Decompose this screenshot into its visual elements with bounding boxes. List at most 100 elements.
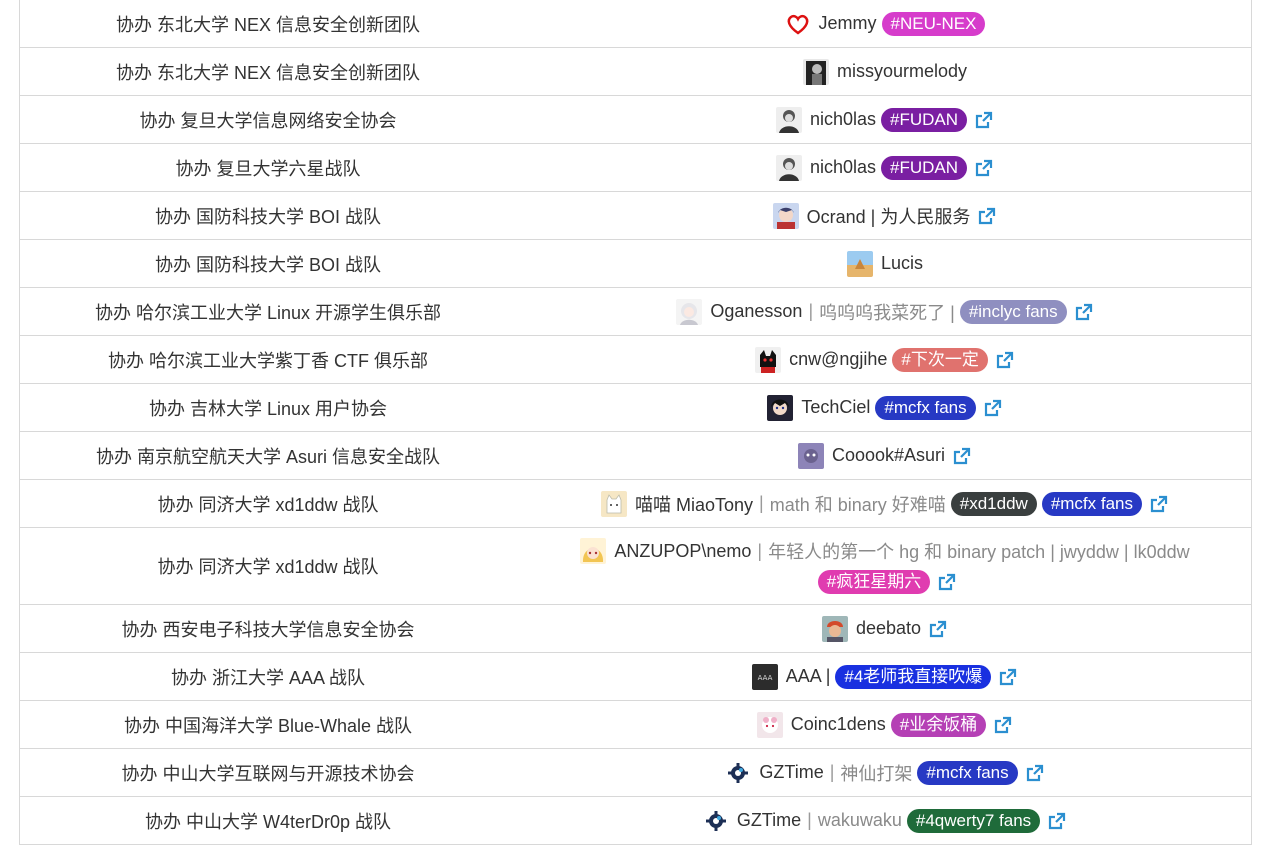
tag-badge: #mcfx fans [875, 395, 976, 420]
pink-anime-avatar [756, 711, 783, 738]
desert-avatar [846, 250, 873, 277]
table-row: 协办 国防科技大学 BOI 战队 Lucis [20, 240, 1251, 288]
red-hat-avatar [821, 615, 848, 642]
team-name: 协办 浙江大学 AAA 战队 [170, 667, 366, 688]
tag-badge: #FUDAN [881, 155, 968, 180]
separator: | [807, 810, 812, 830]
team-name: 协办 中山大学互联网与开源技术协会 [121, 763, 415, 784]
external-link-icon[interactable] [1149, 494, 1169, 514]
contact-cell: ANZUPOP\nemo | 年轻人的第一个 hg 和 binary patch |… [560, 528, 1210, 604]
external-link-icon[interactable] [974, 110, 994, 130]
tag-badge: #疯狂星期六 [817, 570, 931, 594]
black-cat-avatar [755, 346, 782, 373]
gear-logo-avatar [702, 807, 729, 834]
member-note: wakuwaku [817, 810, 902, 830]
contact-cell: Oganesson | 呜呜呜我菜死了 | #inclyc fans [560, 288, 1210, 335]
white-hair-avatar [676, 298, 703, 325]
contact-cell: cnw@ngjihe #下次一定 [560, 336, 1210, 383]
external-link-icon[interactable] [928, 619, 948, 639]
contact-cell: Jemmy #NEU-NEX [560, 0, 1210, 47]
tag-badge: #mcfx fans [917, 760, 1018, 785]
member-name: Jemmy [818, 13, 877, 33]
team-name: 协办 中国海洋大学 Blue-Whale 战队 [123, 715, 413, 736]
external-link-icon[interactable] [998, 667, 1018, 687]
table-row: 协办 东北大学 NEX 信息安全创新团队 missyourmelody [20, 48, 1251, 96]
external-link-icon[interactable] [1074, 302, 1094, 322]
table-row: 协办 浙江大学 AAA 战队 AAA AAA | #4老师我直接吹爆 [20, 653, 1251, 701]
member-name: nich0las [809, 157, 877, 177]
bw-portrait-avatar [802, 58, 829, 85]
contact-cell: missyourmelody [560, 48, 1210, 95]
contact-cell: 喵喵 MiaoTony | math 和 binary 好难喵 #xd1ddw #mcf… [560, 480, 1210, 527]
member-name: Ocrand | 为人民服务 [806, 206, 971, 227]
member-note: 呜呜呜我菜死了 | [819, 302, 955, 323]
separator: | [757, 540, 763, 561]
external-link-icon[interactable] [937, 572, 957, 592]
team-name: 协办 国防科技大学 BOI 战队 [154, 254, 381, 275]
contact-cell: AAA AAA | #4老师我直接吹爆 [560, 653, 1210, 700]
separator: | [829, 762, 835, 782]
team-name: 协办 复旦大学信息网络安全协会 [139, 110, 397, 131]
tag-badge: #4qwerty7 fans [906, 808, 1041, 833]
member-name: AAA | [785, 666, 831, 686]
member-name: GZTime [736, 810, 802, 830]
table-row: 协办 西安电子科技大学信息安全协会 deebato [20, 605, 1251, 653]
external-link-icon[interactable] [993, 715, 1013, 735]
contact-cell: Cooook#Asuri [560, 432, 1210, 479]
team-name: 协办 西安电子科技大学信息安全协会 [121, 619, 415, 640]
member-note: 神仙打架 [840, 763, 913, 784]
tag-badge: #业余饭桶 [890, 712, 987, 737]
sketch-portrait-avatar [775, 154, 802, 181]
dark-anime-avatar [767, 394, 794, 421]
tag-badge: #NEU-NEX [881, 11, 986, 36]
team-name: 协办 哈尔滨工业大学 Linux 开源学生俱乐部 [94, 302, 442, 323]
table-row: 协办 同济大学 xd1ddw 战队 ANZUPOP\nemo | 年轻人的第一个 hg… [20, 528, 1251, 605]
table-row: 协办 吉林大学 Linux 用户协会 TechCiel #mcfx fans [20, 384, 1251, 432]
external-link-icon[interactable] [1025, 763, 1045, 783]
table-row: 协办 哈尔滨工业大学紫丁香 CTF 俱乐部 cnw@ngjihe #下次一定 [20, 336, 1251, 384]
tag-badge: #下次一定 [892, 347, 988, 372]
member-name: GZTime [759, 762, 824, 782]
member-name: 喵喵 MiaoTony [634, 494, 754, 515]
member-note: 年轻人的第一个 hg 和 binary patch | jwyddw | lk0… [768, 542, 1190, 562]
tag-badge: #FUDAN [881, 107, 968, 132]
member-note: math 和 binary 好难喵 [769, 494, 946, 515]
contact-cell: TechCiel #mcfx fans [560, 384, 1210, 431]
contact-cell: Ocrand | 为人民服务 [560, 192, 1210, 239]
member-name: TechCiel [801, 397, 871, 417]
team-name: 协办 复旦大学六星战队 [175, 158, 361, 179]
cute-cat-avatar [600, 490, 627, 517]
team-name: 协办 吉林大学 Linux 用户协会 [148, 398, 388, 419]
member-name: nich0las [809, 109, 877, 129]
member-name: cnw@ngjihe [789, 349, 888, 369]
contact-cell: Coinc1dens #业余饭桶 [560, 701, 1210, 748]
table-row: 协办 中山大学 W4terDr0p 战队 GZTime | wakuwaku #4qwe… [20, 797, 1251, 845]
gear-logo-avatar [725, 759, 752, 786]
tag-badge: #4老师我直接吹爆 [835, 664, 992, 689]
contact-cell: GZTime | 神仙打架 #mcfx fans [560, 749, 1210, 796]
external-link-icon[interactable] [983, 398, 1003, 418]
external-link-icon[interactable] [952, 446, 972, 466]
member-name: Cooook#Asuri [831, 445, 946, 465]
team-name: 协办 国防科技大学 BOI 战队 [154, 206, 381, 227]
contact-cell: Lucis [560, 240, 1210, 287]
external-link-icon[interactable] [1047, 811, 1067, 831]
sketch-portrait-avatar [775, 106, 802, 133]
separator: | [759, 493, 764, 513]
team-name: 协办 东北大学 NEX 信息安全创新团队 [115, 14, 420, 35]
table-row: 协办 东北大学 NEX 信息安全创新团队 Jemmy #NEU-NEX [20, 0, 1251, 48]
external-link-icon[interactable] [974, 158, 994, 178]
team-name: 协办 哈尔滨工业大学紫丁香 CTF 俱乐部 [108, 350, 428, 371]
table-row: 协办 哈尔滨工业大学 Linux 开源学生俱乐部 Oganesson | 呜呜呜我菜死… [20, 288, 1251, 336]
member-name: ANZUPOP\nemo [614, 540, 752, 561]
tag-badge: #inclyc fans [959, 299, 1067, 324]
external-link-icon[interactable] [977, 206, 997, 226]
aaa-logo-avatar: AAA [751, 663, 778, 690]
member-name: Oganesson [710, 301, 803, 321]
team-name: 协办 南京航空航天大学 Asuri 信息安全战队 [95, 446, 440, 467]
table-row: 协办 复旦大学六星战队 nich0las #FUDAN [20, 144, 1251, 192]
external-link-icon[interactable] [995, 350, 1015, 370]
contact-cell: nich0las #FUDAN [560, 96, 1210, 143]
tag-badge: #mcfx fans [1041, 491, 1143, 516]
table-row: 协办 同济大学 xd1ddw 战队 喵喵 MiaoTony | math 和 bina… [20, 480, 1251, 528]
